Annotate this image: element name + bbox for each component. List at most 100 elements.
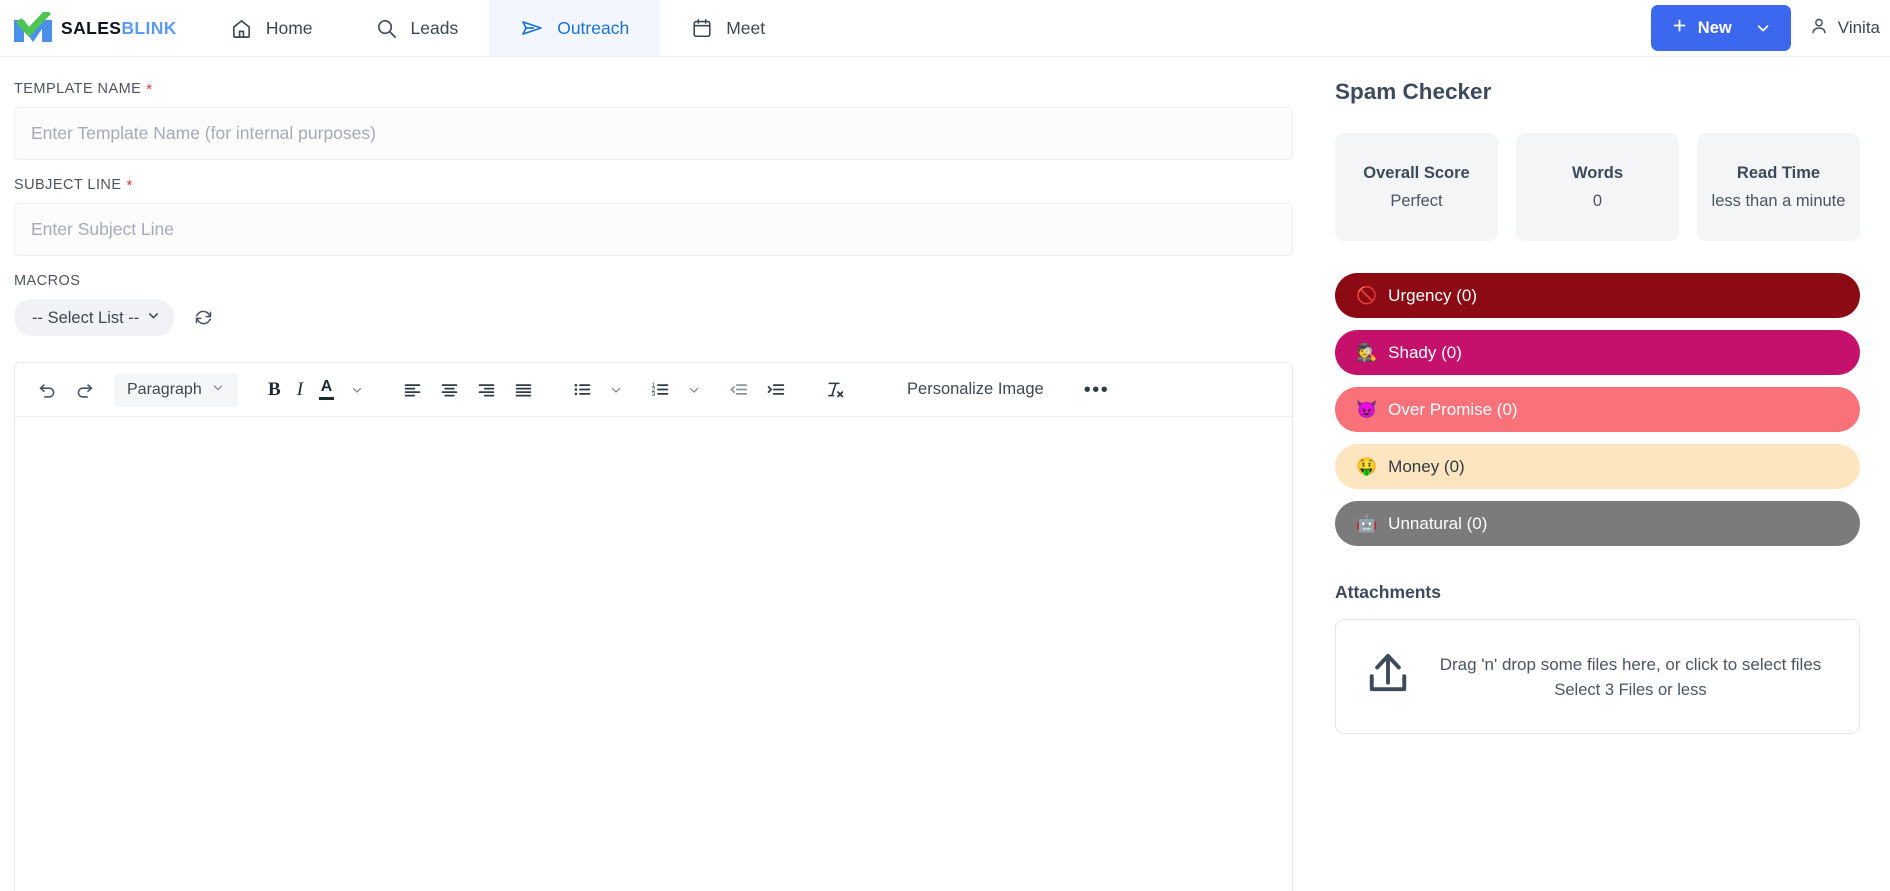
required-asterisk: *: [146, 80, 153, 98]
paper-plane-icon: [520, 16, 544, 40]
spam-category-label: Unnatural (0): [1388, 513, 1488, 533]
nav-item-outreach-label: Outreach: [557, 17, 630, 38]
subject-line-input[interactable]: [14, 203, 1293, 256]
score-card-title: Read Time: [1736, 163, 1821, 182]
spam-category-label: Money (0): [1388, 456, 1465, 476]
nav-right-actions: New Vinita: [1650, 0, 1890, 56]
outdent-icon[interactable]: [720, 373, 757, 406]
align-left-icon[interactable]: [394, 373, 431, 406]
nav-item-meet[interactable]: Meet: [660, 0, 796, 56]
score-card-value: Perfect: [1390, 191, 1443, 210]
svg-text:3: 3: [652, 391, 656, 398]
top-navigation-bar: SALESBLINK Home Leads Outreach Meet New …: [0, 0, 1890, 57]
template-name-input[interactable]: [14, 107, 1293, 160]
template-name-field-block: TEMPLATE NAME *: [14, 81, 1293, 160]
spam-category-money[interactable]: 🤑 Money (0): [1335, 444, 1860, 489]
score-card-value: less than a minute: [1711, 191, 1846, 210]
nav-item-leads-label: Leads: [410, 17, 459, 38]
score-card-title: Words: [1571, 163, 1624, 182]
spam-category-label: Shady (0): [1388, 342, 1462, 362]
redo-icon[interactable]: [66, 373, 103, 406]
dropzone-main-text: Drag 'n' drop some files here, or click …: [1439, 654, 1822, 674]
align-right-icon[interactable]: [468, 373, 505, 406]
spam-category-unnatural[interactable]: 🤖 Unnatural (0): [1335, 501, 1860, 546]
score-card-overall: Overall Score Perfect: [1335, 133, 1498, 241]
macros-label-text: MACROS: [14, 273, 81, 289]
upload-icon: [1360, 648, 1416, 705]
spam-category-list: 🚫 Urgency (0) 🕵️ Shady (0) 😈 Over Promis…: [1335, 273, 1860, 546]
dropzone-sub-text: Select 3 Files or less: [1554, 681, 1707, 700]
dropzone-text: Drag 'n' drop some files here, or click …: [1422, 653, 1839, 701]
block-format-select[interactable]: Paragraph: [114, 372, 238, 407]
spam-category-label: Over Promise (0): [1388, 399, 1518, 419]
block-format-select-wrap: Paragraph: [114, 372, 238, 407]
indent-icon[interactable]: [757, 373, 794, 406]
spam-checker-title: Spam Checker: [1335, 79, 1492, 104]
score-card-title: Overall Score: [1363, 163, 1470, 182]
align-center-icon[interactable]: [431, 373, 468, 406]
attachments-dropzone[interactable]: Drag 'n' drop some files here, or click …: [1335, 619, 1860, 734]
subject-line-field-block: SUBJECT LINE *: [14, 177, 1293, 256]
unnatural-emoji-icon: 🤖: [1356, 514, 1378, 533]
new-button[interactable]: New: [1650, 5, 1791, 51]
more-options-label: •••: [1083, 378, 1110, 401]
bold-label: B: [268, 378, 281, 400]
macros-field-block: MACROS -- Select List --: [14, 273, 1293, 336]
nav-item-leads[interactable]: Leads: [344, 0, 490, 56]
new-button-label: New: [1697, 18, 1732, 37]
subject-line-label: SUBJECT LINE *: [14, 177, 1293, 193]
clear-formatting-icon[interactable]: [816, 373, 853, 406]
nav-item-home[interactable]: Home: [199, 0, 344, 56]
urgency-emoji-icon: 🚫: [1356, 286, 1378, 305]
spam-checker-pane: Spam Checker Overall Score Perfect Words…: [1307, 57, 1890, 891]
rich-text-editor: Paragraph B I A 1 2 3 Personalize Image …: [14, 362, 1293, 891]
text-color-button[interactable]: A: [311, 373, 342, 406]
undo-icon[interactable]: [29, 373, 66, 406]
macros-label: MACROS: [14, 273, 1293, 289]
numbered-list-icon[interactable]: 1 2 3: [642, 373, 679, 406]
text-color-swatch: [319, 397, 335, 400]
brand-logo[interactable]: SALESBLINK: [0, 0, 199, 56]
bullet-list-chevron-down-icon[interactable]: [601, 377, 631, 403]
spam-category-shady[interactable]: 🕵️ Shady (0): [1335, 330, 1860, 375]
spam-category-urgency[interactable]: 🚫 Urgency (0): [1335, 273, 1860, 318]
editor-content-area[interactable]: [15, 417, 1292, 891]
search-icon: [375, 17, 398, 40]
brand-name-first: SALES: [61, 17, 122, 38]
template-name-label-text: TEMPLATE NAME: [14, 81, 142, 97]
spam-category-over-promise[interactable]: 😈 Over Promise (0): [1335, 387, 1860, 432]
refresh-icon[interactable]: [191, 305, 216, 330]
template-editor-pane: TEMPLATE NAME * SUBJECT LINE * MACROS --…: [0, 57, 1307, 891]
nav-item-home-label: Home: [265, 17, 313, 38]
align-justify-icon[interactable]: [505, 373, 542, 406]
more-options-button[interactable]: •••: [1076, 374, 1118, 406]
nav-item-meet-label: Meet: [726, 17, 766, 38]
italic-label: I: [296, 378, 304, 400]
template-name-label: TEMPLATE NAME *: [14, 81, 1293, 97]
home-icon: [230, 17, 253, 40]
score-card-words: Words 0: [1516, 133, 1679, 241]
macros-row: -- Select List --: [14, 299, 1293, 336]
text-color-label: A: [320, 378, 333, 395]
main-content: TEMPLATE NAME * SUBJECT LINE * MACROS --…: [0, 57, 1890, 891]
nav-item-outreach[interactable]: Outreach: [489, 0, 661, 56]
bullet-list-icon[interactable]: [564, 373, 601, 406]
brand-wordmark: SALESBLINK: [61, 18, 177, 39]
italic-button[interactable]: I: [289, 373, 311, 407]
new-button-chevron[interactable]: [1748, 19, 1788, 37]
editor-toolbar: Paragraph B I A 1 2 3 Personalize Image …: [15, 363, 1292, 417]
numbered-list-chevron-down-icon[interactable]: [679, 377, 709, 403]
user-menu[interactable]: Vinita: [1809, 16, 1884, 41]
brand-name-second: BLINK: [121, 17, 177, 38]
macros-list-select[interactable]: -- Select List --: [14, 299, 174, 336]
over-promise-emoji-icon: 😈: [1356, 400, 1378, 419]
money-emoji-icon: 🤑: [1356, 457, 1378, 476]
salesblink-logo-icon: [14, 12, 52, 42]
text-color-chevron-down-icon[interactable]: [342, 377, 372, 403]
score-cards: Overall Score Perfect Words 0 Read Time …: [1335, 133, 1860, 241]
personalize-image-button[interactable]: Personalize Image: [897, 374, 1054, 405]
bold-button[interactable]: B: [260, 373, 289, 407]
score-card-value: 0: [1592, 191, 1603, 210]
calendar-icon: [691, 17, 713, 39]
user-icon: [1809, 16, 1829, 41]
